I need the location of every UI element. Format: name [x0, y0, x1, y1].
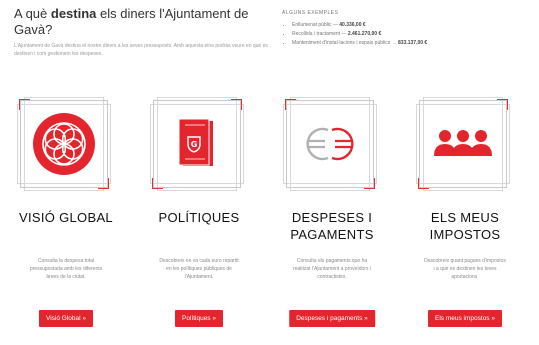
icon-frame: G: [150, 97, 244, 191]
globe-flower-icon[interactable]: [32, 112, 96, 176]
example-item: Enllumenat públic — 40.336,00 €: [292, 21, 532, 30]
card-title: ELS MEUS IMPOSTOS: [429, 210, 501, 242]
card-description: Consulta la despesa total pressupostada …: [29, 258, 103, 280]
policies-button[interactable]: Polítiques »: [175, 310, 223, 327]
card-title: DESPESES I PAGAMENTS: [290, 210, 374, 242]
card-title: VISIÓ GLOBAL: [19, 210, 113, 225]
examples-box: Alguns exemples Enllumenat públic — 40.3…: [282, 9, 532, 48]
examples-title: Alguns exemples: [282, 10, 339, 16]
card-title: POLÍTIQUES: [158, 210, 240, 225]
card-description: Descobreix quant pagues d'impostos i a q…: [424, 258, 506, 280]
my-taxes-button[interactable]: Els meus impostos »: [428, 310, 502, 327]
global-view-button[interactable]: Visió Global »: [39, 310, 93, 327]
card-global-view: VISIÓ GLOBAL Consulta la despesa total p…: [6, 97, 126, 337]
icon-frame: [17, 97, 111, 191]
section-cards: VISIÓ GLOBAL Consulta la despesa total p…: [6, 97, 536, 341]
page-title: A què destina els diners l'Ajuntament de…: [14, 6, 264, 38]
people-icon[interactable]: [431, 112, 495, 176]
card-my-taxes: ELS MEUS IMPOSTOS Descobreix quant pague…: [405, 97, 525, 337]
page-description: L'Ajuntament de Gavà destina el nostre d…: [14, 43, 268, 57]
example-item: Recollida i tractament — 2.461.270,00 €: [292, 30, 532, 39]
examples-list: Enllumenat públic — 40.336,00 € Recollid…: [282, 21, 532, 48]
book-icon[interactable]: G: [165, 112, 229, 176]
title-prefix: A què: [14, 6, 51, 21]
card-expenses-payments: DESPESES I PAGAMENTS Consulta els pagame…: [272, 97, 392, 337]
example-item: Manteniment d'instal·lacions i espais pú…: [292, 39, 532, 48]
svg-text:G: G: [191, 140, 198, 149]
title-emphasis: destina: [50, 6, 97, 21]
icon-frame: [283, 97, 377, 191]
icon-frame: [416, 97, 510, 191]
card-policies: G POLÍTIQUES Descobreix on va cada euro …: [139, 97, 259, 337]
card-description: Descobreix on va cada euro repartit en l…: [159, 258, 239, 280]
euro-icon[interactable]: [298, 112, 362, 176]
expenses-payments-button[interactable]: Despeses i pagaments »: [289, 310, 375, 327]
card-description: Consulta els pagaments que ha realitzat …: [293, 258, 371, 280]
